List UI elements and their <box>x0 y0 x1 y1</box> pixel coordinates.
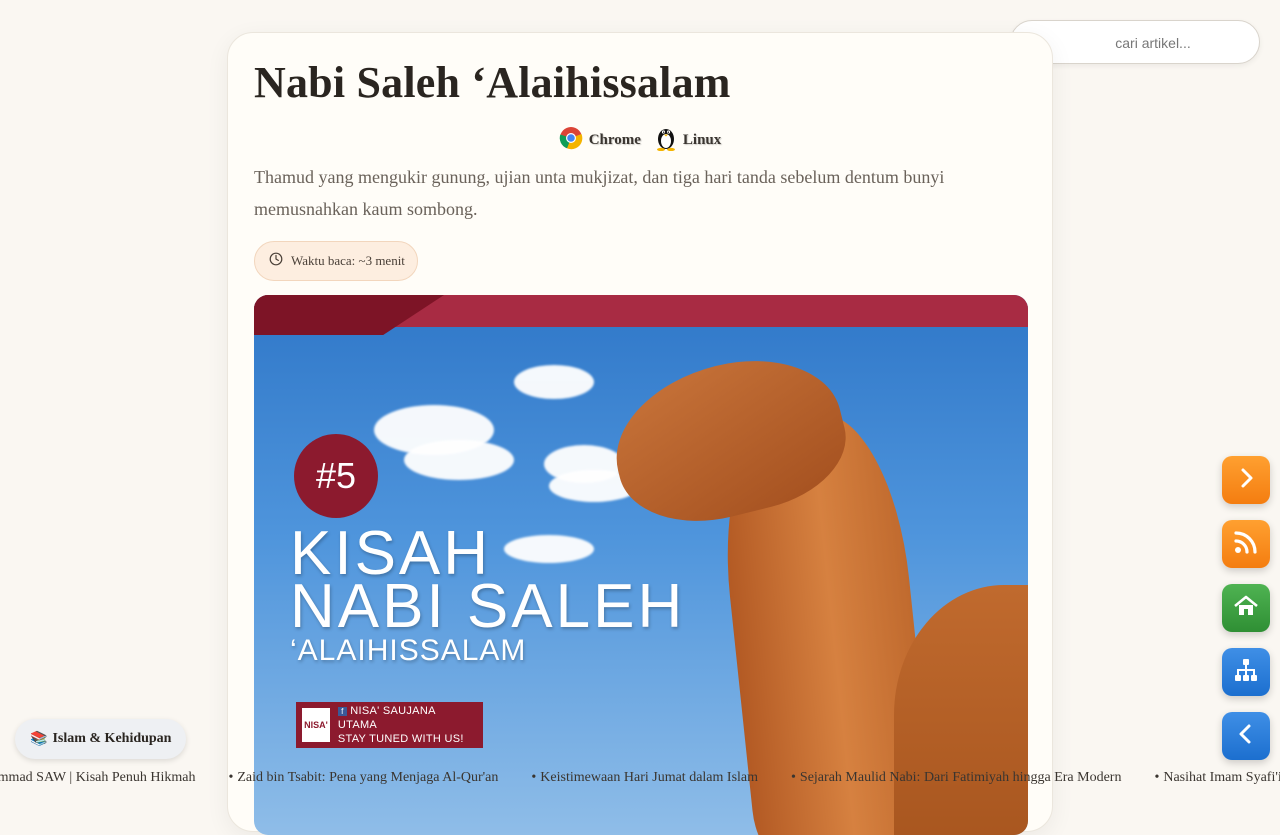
camel-hump <box>894 585 1028 835</box>
bullet-icon: • <box>1154 770 1160 785</box>
hero-brand-text: f NISA' SAUJANA UTAMA STAY TUNED WITH US… <box>337 704 477 746</box>
ticker-item[interactable]: •Nasihat Imam Syafi'i: J <box>1154 770 1280 786</box>
platform-chrome: Chrome <box>559 126 641 155</box>
chrome-icon <box>559 126 583 155</box>
hero-heading-line-2: NABI SALEH <box>290 572 686 641</box>
ticker-item[interactable]: Muhammad SAW | Kisah Penuh Hikmah <box>0 770 195 786</box>
article-excerpt: Thamud yang mengukir gunung, ujian unta … <box>254 167 945 219</box>
sitemap-button[interactable] <box>1222 648 1270 696</box>
nisa-logo-mark: NISA' <box>302 708 330 742</box>
hero-brand-logo: NISA' f NISA' SAUJANA UTAMA STAY TUNED W… <box>296 702 483 748</box>
sitemap-icon <box>1233 657 1259 688</box>
rss-feed-button[interactable] <box>1222 520 1270 568</box>
cloud <box>404 440 514 480</box>
chevron-right-icon <box>1235 467 1257 494</box>
hero-brand-line-2: STAY TUNED WITH US! <box>337 733 464 745</box>
platform-label: Linux <box>682 132 722 148</box>
previous-article-button[interactable] <box>1222 712 1270 760</box>
category-pill[interactable]: 📚 Islam & Kehidupan <box>15 719 187 759</box>
facebook-icon: f <box>337 706 347 716</box>
ticker-item[interactable]: • Keistimewaan Hari Jumat dalam Islam <box>531 770 758 786</box>
rss-icon <box>1233 529 1259 560</box>
hero-brand-line-1: f NISA' SAUJANA UTAMA <box>337 705 436 731</box>
episode-badge: #5 <box>294 434 378 518</box>
home-icon <box>1233 594 1259 623</box>
article-title: Nabi Saleh ‘Alaihissalam <box>254 58 731 107</box>
bullet-icon: • <box>531 770 537 785</box>
chevron-left-icon <box>1235 723 1257 750</box>
platform-tags: Chrome Linux <box>228 125 1052 156</box>
home-button[interactable] <box>1222 584 1270 632</box>
category-label: Islam & Kehidupan <box>52 731 172 746</box>
ticker-track: Muhammad SAW | Kisah Penuh Hikmah •Zaid … <box>0 770 1280 786</box>
news-ticker: Muhammad SAW | Kisah Penuh Hikmah •Zaid … <box>0 768 1280 790</box>
bullet-icon: • <box>791 770 796 785</box>
next-article-button[interactable] <box>1222 456 1270 504</box>
ticker-item[interactable]: • Zaid bin Tsabit: Pena yang Menjaga Al-Q… <box>228 770 498 786</box>
hero-heading-line-3: ‘ALAIHISSALAM <box>290 634 527 667</box>
reading-time-label: Waktu baca: ~3 menit <box>291 253 405 268</box>
platform-linux: Linux <box>655 125 721 156</box>
ticker-item[interactable]: • Sejarah Maulid Nabi: Dari Fatimiyah hin… <box>791 770 1121 786</box>
cloud <box>514 365 594 399</box>
books-icon: 📚 <box>30 731 48 747</box>
hero-image: #5 KISAH NABI SALEH ‘ALAIHISSALAM NISA' … <box>254 295 1028 835</box>
cloud <box>504 535 594 563</box>
platform-label: Chrome <box>588 132 641 148</box>
linux-tux-icon <box>655 125 677 156</box>
search-input[interactable] <box>1051 21 1255 65</box>
clock-icon <box>269 252 283 270</box>
bullet-icon: • <box>228 770 234 785</box>
article-card: Nabi Saleh ‘Alaihissalam Chrome Linux Th… <box>227 32 1053 835</box>
reading-time-badge: Waktu baca: ~3 menit <box>254 241 418 281</box>
